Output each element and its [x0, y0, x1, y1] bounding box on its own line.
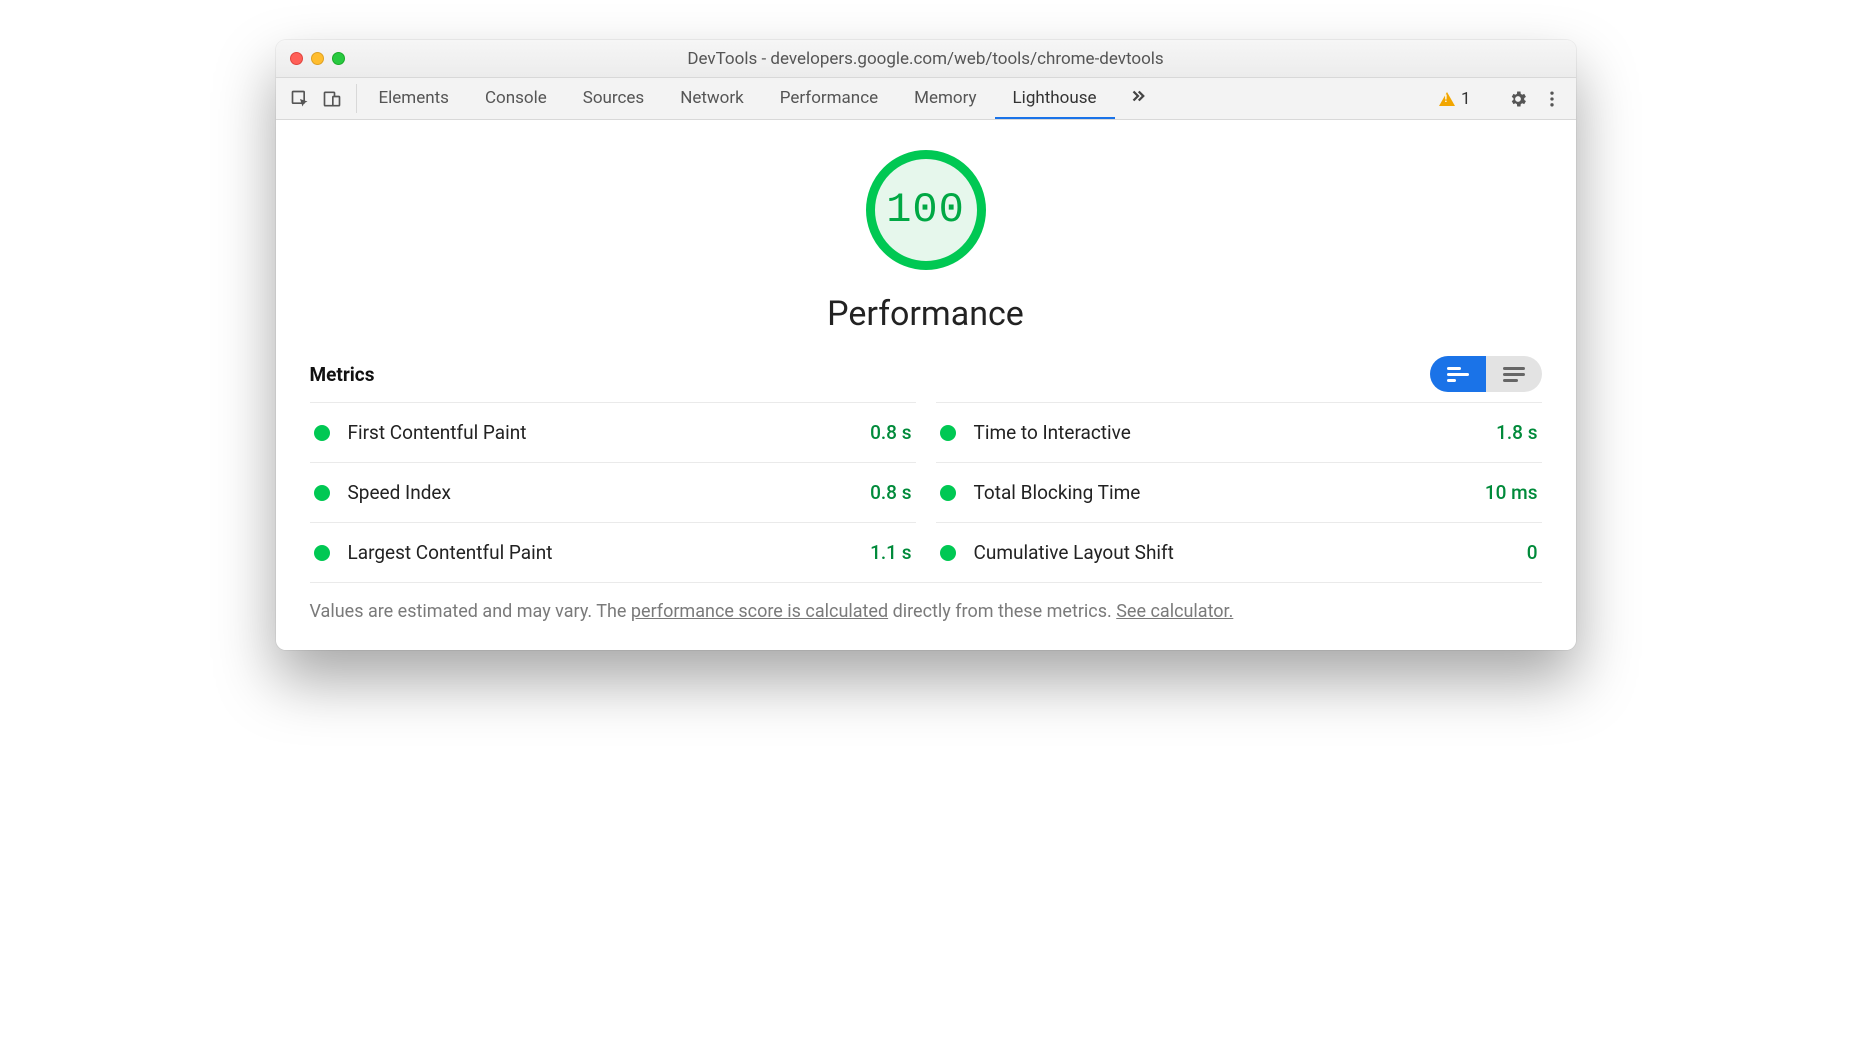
devtools-tabs: Elements Console Sources Network Perform… — [361, 78, 1115, 119]
zoom-window-button[interactable] — [332, 52, 345, 65]
score-gauge: 100 — [866, 150, 986, 270]
metric-row: Largest Contentful Paint 1.1 s — [310, 522, 916, 582]
metric-name: Cumulative Layout Shift — [974, 541, 1174, 564]
tab-label: Elements — [379, 88, 449, 108]
metrics-footer-note: Values are estimated and may vary. The p… — [310, 582, 1542, 622]
status-dot-pass-icon — [940, 425, 956, 441]
inspect-element-icon[interactable] — [290, 89, 310, 109]
tab-lighthouse[interactable]: Lighthouse — [995, 78, 1115, 119]
metric-value: 1.1 s — [870, 541, 911, 564]
see-calculator-link[interactable]: See calculator. — [1116, 601, 1233, 622]
kebab-menu-icon[interactable] — [1542, 89, 1562, 109]
tab-network[interactable]: Network — [662, 78, 762, 119]
performance-score-link[interactable]: performance score is calculated — [631, 601, 888, 622]
devtools-window: DevTools - developers.google.com/web/too… — [276, 40, 1576, 650]
window-title: DevTools - developers.google.com/web/too… — [276, 49, 1576, 69]
tab-elements[interactable]: Elements — [361, 78, 467, 119]
metric-name: Speed Index — [348, 481, 451, 504]
tab-label: Lighthouse — [1013, 88, 1097, 108]
expanded-view-icon — [1503, 364, 1525, 385]
status-dot-pass-icon — [314, 425, 330, 441]
metric-value: 0.8 s — [870, 481, 911, 504]
metric-row: Time to Interactive 1.8 s — [936, 402, 1542, 462]
metric-name: Time to Interactive — [974, 421, 1131, 444]
metric-value: 1.8 s — [1496, 421, 1537, 444]
tab-memory[interactable]: Memory — [896, 78, 994, 119]
metric-row: First Contentful Paint 0.8 s — [310, 402, 916, 462]
status-dot-pass-icon — [314, 485, 330, 501]
score-category-title: Performance — [827, 294, 1024, 334]
metric-value: 0.8 s — [870, 421, 911, 444]
compact-view-icon — [1447, 364, 1469, 385]
tab-label: Performance — [780, 88, 878, 108]
toolbar-right: 1 — [1439, 78, 1576, 119]
metric-name: Largest Contentful Paint — [348, 541, 553, 564]
close-window-button[interactable] — [290, 52, 303, 65]
tab-console[interactable]: Console — [467, 78, 565, 119]
tab-performance[interactable]: Performance — [762, 78, 896, 119]
metrics-section-label: Metrics — [310, 363, 375, 386]
status-dot-pass-icon — [940, 545, 956, 561]
device-toolbar-icon[interactable] — [322, 89, 342, 109]
settings-gear-icon[interactable] — [1508, 89, 1528, 109]
metric-row: Cumulative Layout Shift 0 — [936, 522, 1542, 582]
tab-label: Sources — [583, 88, 644, 108]
lighthouse-panel: 100 Performance Metrics First Contentful… — [276, 120, 1576, 650]
metric-name: First Contentful Paint — [348, 421, 527, 444]
tab-label: Console — [485, 88, 547, 108]
metrics-view-toggle — [1430, 356, 1542, 392]
status-dot-pass-icon — [940, 485, 956, 501]
metrics-header: Metrics — [310, 356, 1542, 392]
status-dot-pass-icon — [314, 545, 330, 561]
warning-count: 1 — [1461, 89, 1471, 109]
metric-value: 0 — [1527, 541, 1538, 564]
metric-row: Total Blocking Time 10 ms — [936, 462, 1542, 522]
metric-name: Total Blocking Time — [974, 481, 1141, 504]
view-toggle-expanded[interactable] — [1486, 356, 1542, 392]
warning-icon — [1439, 92, 1455, 106]
tab-label: Network — [680, 88, 744, 108]
toolbar-divider — [356, 84, 357, 113]
metrics-grid: First Contentful Paint 0.8 s Time to Int… — [310, 402, 1542, 582]
window-titlebar: DevTools - developers.google.com/web/too… — [276, 40, 1576, 78]
devtools-toolbar: Elements Console Sources Network Perform… — [276, 78, 1576, 120]
traffic-lights — [276, 52, 345, 65]
footer-text: Values are estimated and may vary. The — [310, 601, 631, 622]
footer-text: directly from these metrics. — [888, 601, 1116, 622]
view-toggle-compact[interactable] — [1430, 356, 1486, 392]
tab-sources[interactable]: Sources — [565, 78, 662, 119]
metric-value: 10 ms — [1485, 481, 1538, 504]
tab-label: Memory — [914, 88, 976, 108]
toolbar-left-icons — [276, 78, 352, 119]
score-value: 100 — [886, 186, 965, 234]
score-section: 100 Performance — [310, 150, 1542, 334]
chevron-double-right-icon — [1129, 87, 1147, 110]
more-tabs-button[interactable] — [1115, 78, 1161, 119]
warnings-indicator[interactable]: 1 — [1439, 89, 1471, 109]
metric-row: Speed Index 0.8 s — [310, 462, 916, 522]
minimize-window-button[interactable] — [311, 52, 324, 65]
